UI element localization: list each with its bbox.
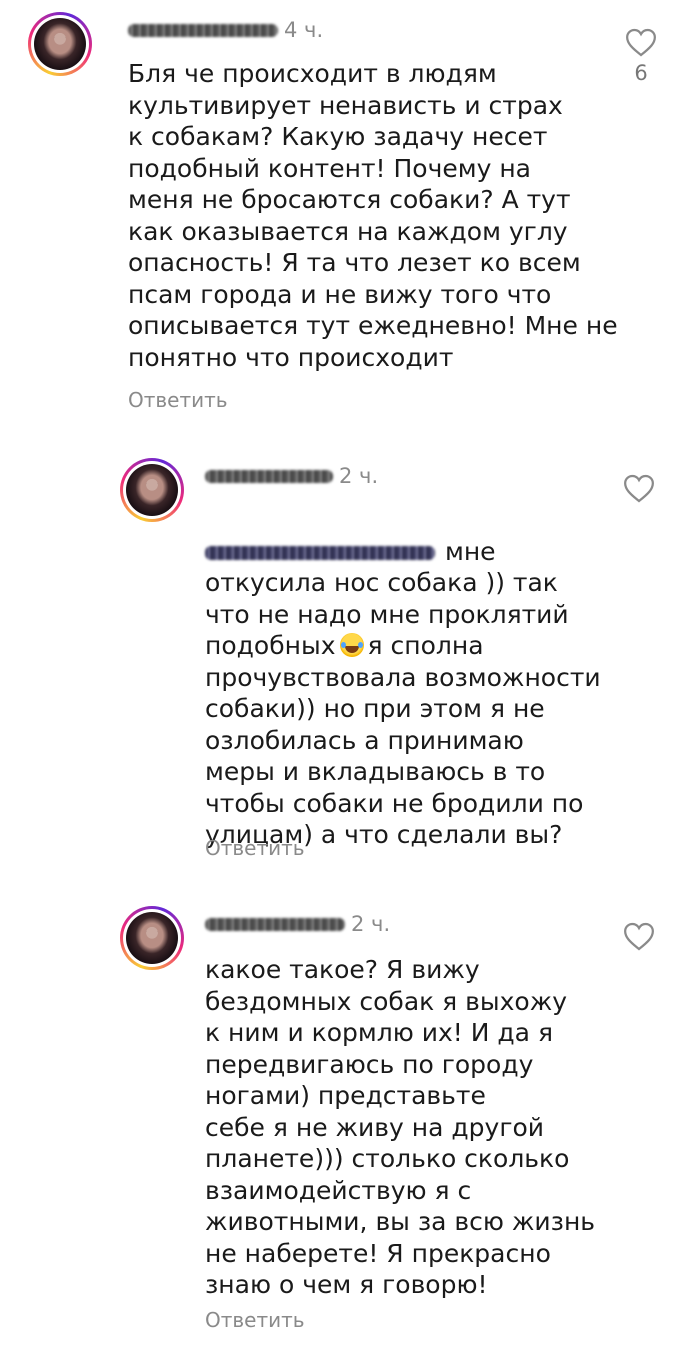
avatar-ring	[123, 909, 181, 967]
like-button[interactable]	[621, 474, 657, 503]
like-button[interactable]: 6	[623, 28, 659, 85]
timestamp: 2 ч.	[339, 464, 379, 488]
like-count: 6	[634, 61, 648, 85]
timestamp: 4 ч.	[284, 18, 324, 42]
avatar-ring	[123, 461, 181, 519]
comment-1: nstorjvolkt 4 ч. Бля че происходит в люд…	[0, 0, 700, 430]
text-after-mention: мне	[444, 536, 496, 566]
avatar-image	[126, 912, 178, 964]
comment-text-body: откусила нос собака )) так что не надо м…	[205, 567, 645, 851]
avatar[interactable]	[120, 906, 184, 970]
heart-outline-icon	[624, 474, 654, 503]
comment-text: какое такое? Я вижу бездомных собак я вы…	[205, 955, 596, 1299]
comment-3: nstorjvolkt 2 ч. какое такое? Я вижу без…	[0, 888, 700, 1347]
username-redacted[interactable]: nstorjvolkt	[205, 917, 345, 931]
comment-text: мне откусила нос собака )) так что не на…	[205, 504, 645, 882]
username-redacted[interactable]: vikrtoryvod	[205, 469, 333, 483]
avatar-image	[34, 18, 86, 70]
face-with-tears-of-joy-icon	[339, 633, 364, 657]
comment-meta: nstorjvolkt 2 ч.	[205, 912, 390, 936]
avatar-image	[126, 464, 178, 516]
username-redacted[interactable]: nstorjvolkt	[128, 23, 278, 37]
like-button[interactable]	[621, 922, 657, 951]
mention-link[interactable]	[205, 537, 437, 566]
comment-2: vikrtoryvod 2 ч. мне откусила нос собака…	[0, 440, 700, 880]
comment-text: Бля че происходит в людям культивирует н…	[128, 59, 618, 372]
comment-meta: vikrtoryvod 2 ч.	[205, 464, 378, 488]
heart-outline-icon	[626, 28, 656, 57]
mention-line: мне	[205, 537, 496, 566]
mention-redacted	[205, 545, 435, 560]
reply-button[interactable]: Ответить	[205, 836, 305, 860]
heart-outline-icon	[624, 922, 654, 951]
text-after-emoji: я сполна прочувствовала возможности соба…	[205, 631, 601, 849]
timestamp: 2 ч.	[351, 912, 391, 936]
reply-button[interactable]: Ответить	[205, 1308, 305, 1332]
comment-meta: nstorjvolkt 4 ч.	[128, 18, 323, 42]
reply-button[interactable]: Ответить	[128, 388, 228, 412]
avatar[interactable]	[28, 12, 92, 76]
avatar-ring	[31, 15, 89, 73]
avatar[interactable]	[120, 458, 184, 522]
